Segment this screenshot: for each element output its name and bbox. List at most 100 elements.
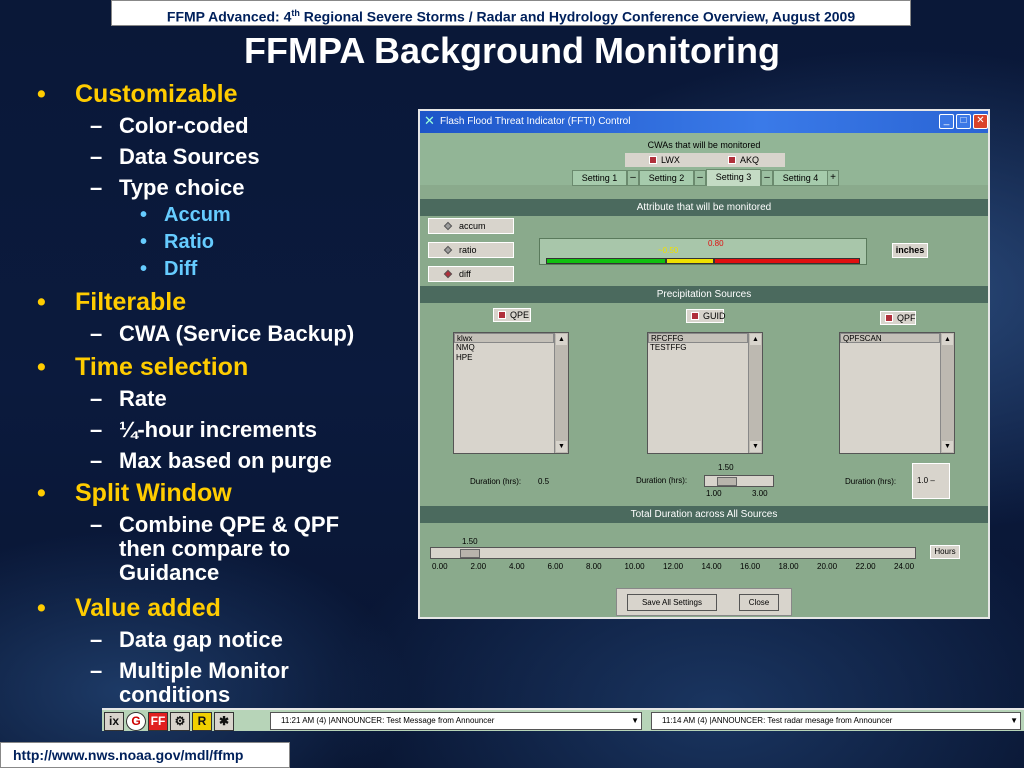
scroll-up-icon[interactable]: ▲	[556, 334, 567, 345]
bullet-marker: •	[37, 594, 46, 622]
ff-icon[interactable]: FF	[148, 712, 168, 731]
total-slider-value: 1.50	[462, 537, 478, 546]
qpe-duration-label: Duration (hrs):	[470, 477, 522, 486]
save-all-settings-button[interactable]: Save All Settings	[627, 594, 717, 611]
list-item[interactable]: klwx	[454, 333, 554, 343]
source-qpe-checkbox	[498, 311, 506, 319]
list-scrollbar[interactable]: ▲ ▼	[554, 333, 568, 453]
tick-label: 22.00	[855, 562, 876, 571]
list-scrollbar[interactable]: ▲ ▼	[940, 333, 954, 453]
tab-remove-icon[interactable]: –	[761, 170, 773, 186]
source-qpf-label: QPF	[897, 313, 916, 323]
button-bar: Save All Settings Close	[616, 588, 792, 616]
scroll-up-icon[interactable]: ▲	[750, 334, 761, 345]
attribute-diff-radio[interactable]: diff	[428, 266, 514, 282]
source-guid-toggle[interactable]: GUID	[686, 309, 726, 323]
qpe-duration-value: 0.5	[538, 477, 550, 486]
bullet-text: Diff	[164, 258, 198, 280]
tab-add-icon[interactable]: +	[827, 170, 839, 186]
tab-remove-icon[interactable]: –	[694, 170, 706, 186]
bullet-text: Rate	[119, 386, 167, 411]
tick-label: 0.00	[432, 562, 448, 571]
tab-setting-1[interactable]: Setting 1	[572, 170, 627, 186]
bullet-text: Guidance	[119, 560, 220, 585]
list-item[interactable]: NMQ	[454, 343, 554, 353]
list-item[interactable]: RFCFFG	[648, 333, 748, 343]
tick-label: 18.00	[778, 562, 799, 571]
chevron-down-icon[interactable]: ▼	[1010, 713, 1018, 729]
qpf-duration-value: 1.0	[917, 476, 929, 485]
footer-url[interactable]: http://www.nws.noaa.gov/mdl/ffmp	[0, 742, 290, 768]
close-button[interactable]: Close	[739, 594, 779, 611]
minimize-icon[interactable]: _	[939, 114, 954, 129]
bullet-text: Data gap notice	[119, 627, 283, 652]
message-dropdown-2[interactable]: 11:14 AM (4) |ANNOUNCER: Test radar mesa…	[651, 712, 1021, 730]
threshold-gauge[interactable]: ~0.50 0.80	[539, 238, 867, 265]
tick-label: 6.00	[547, 562, 564, 571]
bullet-text: conditions	[119, 682, 231, 707]
bullet-text: Filterable	[75, 288, 187, 316]
qpf-source-list[interactable]: QPFSCAN ▲ ▼	[839, 332, 955, 454]
star-icon[interactable]: ✱	[214, 712, 234, 731]
radio-indicator-icon	[443, 245, 453, 255]
list-scrollbar[interactable]: ▲ ▼	[748, 333, 762, 453]
total-duration-slider[interactable]	[430, 547, 916, 559]
tab-setting-4[interactable]: Setting 4	[773, 170, 828, 186]
guid-slider-min: 1.00	[706, 489, 722, 498]
window-titlebar[interactable]: ✕ Flash Flood Threat Indicator (FFTI) Co…	[420, 111, 988, 133]
qpf-duration-label: Duration (hrs):	[845, 477, 897, 486]
gauge-yellow-segment[interactable]	[666, 258, 714, 264]
guid-duration-label: Duration (hrs):	[636, 476, 688, 485]
hours-button[interactable]: Hours	[930, 545, 960, 559]
slider-thumb[interactable]	[717, 477, 737, 486]
source-qpe-toggle[interactable]: QPE	[493, 308, 531, 322]
qpf-duration-spinner[interactable]: 1.0 –	[912, 463, 950, 499]
chevron-down-icon[interactable]: ▼	[631, 713, 639, 729]
close-icon[interactable]: ✕	[973, 114, 988, 129]
tab-setting-3[interactable]: Setting 3	[706, 169, 761, 186]
units-button[interactable]: inches	[892, 243, 928, 258]
cwa-akq-label: AKQ	[740, 155, 760, 165]
list-item[interactable]: HPE	[454, 353, 554, 363]
g-icon[interactable]: G	[126, 712, 146, 731]
qpe-source-list[interactable]: klwx NMQ HPE ▲ ▼	[453, 332, 569, 454]
bullet-marker: •	[140, 204, 148, 226]
window-title: Flash Flood Threat Indicator (FFTI) Cont…	[440, 116, 631, 127]
scroll-down-icon[interactable]: ▼	[556, 441, 567, 452]
tick-label: 2.00	[470, 562, 487, 571]
guid-source-list[interactable]: RFCFFG TESTFFG ▲ ▼	[647, 332, 763, 454]
bullet-text: Color-coded	[119, 113, 249, 138]
tab-remove-icon[interactable]: –	[627, 170, 639, 186]
attribute-accum-label: accum	[459, 221, 486, 231]
bullet-text: CWA (Service Backup)	[119, 321, 355, 346]
tab-setting-2[interactable]: Setting 2	[639, 170, 694, 186]
tick-label: 10.00	[624, 562, 645, 571]
bullet-text: Customizable	[75, 80, 238, 108]
gear-icon[interactable]: ⚙	[170, 712, 190, 731]
message-2-text: 11:14 AM (4) |ANNOUNCER: Test radar mesa…	[662, 716, 893, 725]
list-item[interactable]: QPFSCAN	[840, 333, 940, 343]
ix-icon[interactable]: ix	[104, 712, 124, 731]
maximize-icon[interactable]: □	[956, 114, 971, 129]
scroll-up-icon[interactable]: ▲	[942, 334, 953, 345]
bullet-text: then compare to	[119, 536, 291, 561]
cwa-lwx-checkbox[interactable]	[649, 156, 657, 164]
list-item[interactable]: TESTFFG	[648, 343, 748, 353]
scroll-down-icon[interactable]: ▼	[942, 441, 953, 452]
guid-duration-slider[interactable]	[704, 475, 774, 487]
scroll-down-icon[interactable]: ▼	[750, 441, 761, 452]
bullet-text: Max based on purge	[119, 448, 332, 473]
conference-post: Regional Severe Storms / Radar and Hydro…	[299, 8, 856, 25]
tick-label: 8.00	[586, 562, 602, 571]
message-dropdown-1[interactable]: 11:21 AM (4) |ANNOUNCER: Test Message fr…	[270, 712, 642, 730]
cwa-akq-checkbox[interactable]	[728, 156, 736, 164]
attribute-ratio-radio[interactable]: ratio	[428, 242, 514, 258]
source-qpf-toggle[interactable]: QPF	[880, 311, 916, 325]
gauge-red-segment[interactable]	[714, 258, 860, 264]
slider-thumb[interactable]	[460, 549, 480, 558]
attribute-accum-radio[interactable]: accum	[428, 218, 514, 234]
r-icon[interactable]: R	[192, 712, 212, 731]
bullet-text: Data Sources	[119, 144, 260, 169]
message-1-text: 11:21 AM (4) |ANNOUNCER: Test Message fr…	[281, 716, 495, 725]
bullet-text: Combine QPE & QPF	[119, 512, 340, 537]
